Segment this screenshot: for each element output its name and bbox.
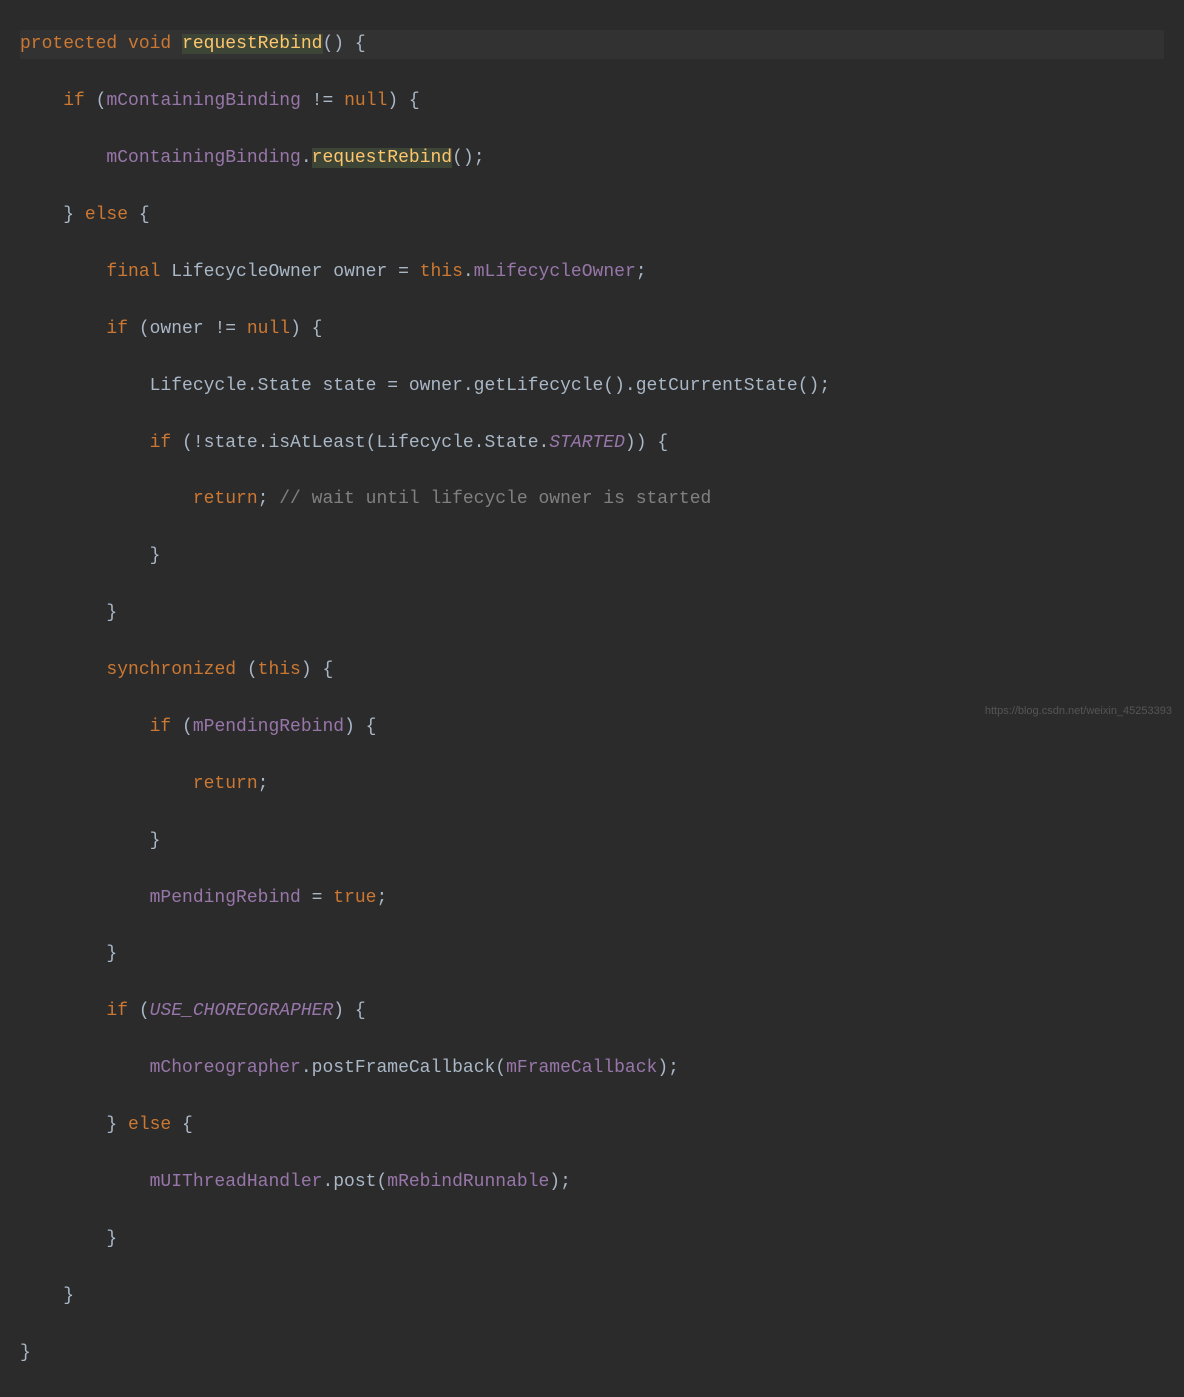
brace: } <box>63 1286 74 1306</box>
paren: )) { <box>625 433 668 453</box>
brace: { <box>128 205 150 225</box>
code-line: } <box>20 940 1164 968</box>
keyword-this: this <box>258 660 301 680</box>
static-field: STARTED <box>549 433 625 453</box>
code-line: } <box>20 1282 1164 1310</box>
code-line: mPendingRebind = true; <box>20 884 1164 912</box>
code-line: if (!state.isAtLeast(Lifecycle.State.STA… <box>20 429 1164 457</box>
paren: ); <box>549 1172 571 1192</box>
code-editor: protected void requestRebind() { if (mCo… <box>0 0 1184 1397</box>
code-line: protected void requestRebind() { <box>20 30 1164 58</box>
brace: } <box>20 1343 31 1363</box>
keyword-synchronized: synchronized <box>106 660 236 680</box>
keyword-return: return <box>193 774 258 794</box>
keyword-if: if <box>150 717 172 737</box>
keyword-final: final <box>106 262 160 282</box>
method-name: requestRebind <box>182 34 322 54</box>
brace: } <box>150 546 161 566</box>
code-line: } <box>20 827 1164 855</box>
keyword-if: if <box>106 319 128 339</box>
keyword-void: void <box>128 34 171 54</box>
paren: ) { <box>344 717 376 737</box>
code-line: mContainingBinding.requestRebind(); <box>20 144 1164 172</box>
brace: } <box>63 205 85 225</box>
brace: } <box>150 831 161 851</box>
keyword-null: null <box>247 319 290 339</box>
code-line: } <box>20 599 1164 627</box>
paren: ( <box>85 91 107 111</box>
paren: (owner != <box>128 319 247 339</box>
parens: () { <box>323 34 366 54</box>
keyword-if: if <box>150 433 172 453</box>
statement: Lifecycle.State state = owner.getLifecyc… <box>150 376 831 396</box>
identifier: LifecycleOwner owner = <box>160 262 419 282</box>
keyword-protected: protected <box>20 34 117 54</box>
parens: (); <box>452 148 484 168</box>
keyword-if: if <box>106 1001 128 1021</box>
paren: ) { <box>301 660 333 680</box>
field: mLifecycleOwner <box>474 262 636 282</box>
paren: ( <box>236 660 258 680</box>
semi: ; <box>258 774 269 794</box>
paren: ) { <box>387 91 419 111</box>
code-line: mUIThreadHandler.post(mRebindRunnable); <box>20 1168 1164 1196</box>
paren: (!state.isAtLeast(Lifecycle.State. <box>171 433 549 453</box>
semi: ; <box>258 489 280 509</box>
keyword-if: if <box>63 91 85 111</box>
code-line: } else { <box>20 201 1164 229</box>
field: mPendingRebind <box>193 717 344 737</box>
code-line: return; // wait until lifecycle owner is… <box>20 485 1164 513</box>
operator: != <box>301 91 344 111</box>
method-call: .post( <box>322 1172 387 1192</box>
keyword-else: else <box>128 1115 171 1135</box>
paren: ); <box>657 1058 679 1078</box>
static-field: USE_CHOREOGRAPHER <box>150 1001 334 1021</box>
field: mContainingBinding <box>106 148 300 168</box>
keyword-return: return <box>193 489 258 509</box>
code-line: mChoreographer.postFrameCallback(mFrameC… <box>20 1054 1164 1082</box>
code-line: } else { <box>20 1111 1164 1139</box>
field: mRebindRunnable <box>387 1172 549 1192</box>
semi: ; <box>376 888 387 908</box>
code-line: synchronized (this) { <box>20 656 1164 684</box>
dot: . <box>301 148 312 168</box>
code-line: Lifecycle.State state = owner.getLifecyc… <box>20 372 1164 400</box>
field: mChoreographer <box>150 1058 301 1078</box>
code-line: } <box>20 542 1164 570</box>
paren: ) { <box>290 319 322 339</box>
field: mContainingBinding <box>106 91 300 111</box>
brace: } <box>106 944 117 964</box>
code-line: } <box>20 1339 1164 1367</box>
code-line: return; <box>20 770 1164 798</box>
code-line: if (owner != null) { <box>20 315 1164 343</box>
watermark: https://blog.csdn.net/weixin_45253393 <box>985 703 1172 720</box>
field: mPendingRebind <box>150 888 301 908</box>
method-call: .postFrameCallback( <box>301 1058 506 1078</box>
brace: } <box>106 1115 128 1135</box>
field: mFrameCallback <box>506 1058 657 1078</box>
method-call: requestRebind <box>312 148 452 168</box>
brace: } <box>106 603 117 623</box>
paren: ( <box>128 1001 150 1021</box>
paren: ) { <box>333 1001 365 1021</box>
keyword-true: true <box>333 888 376 908</box>
operator: = <box>301 888 333 908</box>
code-line: if (mContainingBinding != null) { <box>20 87 1164 115</box>
keyword-else: else <box>85 205 128 225</box>
keyword-null: null <box>344 91 387 111</box>
brace: } <box>106 1229 117 1249</box>
keyword-this: this <box>420 262 463 282</box>
field: mUIThreadHandler <box>150 1172 323 1192</box>
code-line: if (USE_CHOREOGRAPHER) { <box>20 997 1164 1025</box>
brace: { <box>171 1115 193 1135</box>
semi: ; <box>636 262 647 282</box>
dot: . <box>463 262 474 282</box>
comment: // wait until lifecycle owner is started <box>279 489 711 509</box>
paren: ( <box>171 717 193 737</box>
code-line: } <box>20 1225 1164 1253</box>
code-line: final LifecycleOwner owner = this.mLifec… <box>20 258 1164 286</box>
